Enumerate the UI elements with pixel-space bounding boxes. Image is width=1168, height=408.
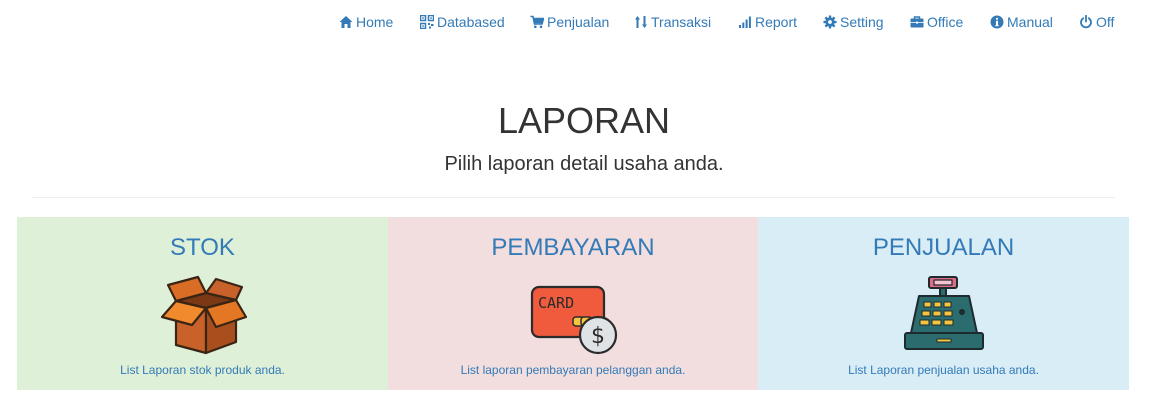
- penjualan-panel-title: PENJUALAN: [872, 234, 1015, 261]
- nav-office-label: Office: [927, 14, 964, 30]
- stok-panel-title: STOK: [170, 234, 235, 261]
- nav-penjualan-label: Penjualan: [547, 14, 610, 30]
- page-header: LAPORAN Pilih laporan detail usaha anda.: [0, 100, 1168, 178]
- nav-setting-label: Setting: [840, 14, 884, 30]
- pembayaran-report-panel[interactable]: PEMBAYARAN CARD $ List laporan pembayara…: [388, 217, 758, 390]
- card-payment-icon: CARD $: [528, 275, 618, 362]
- cash-register-icon: [899, 275, 989, 362]
- nav-transaksi-link[interactable]: Transaksi: [634, 12, 711, 32]
- qrcode-icon: [420, 15, 434, 29]
- sort-arrows-icon: [634, 15, 648, 29]
- nav-databased-label: Databased: [437, 14, 505, 30]
- nav-office-link[interactable]: Office: [910, 12, 963, 32]
- nav-home-label: Home: [356, 14, 394, 30]
- nav-manual-label: Manual: [1007, 14, 1053, 30]
- coin-dollar-text: $: [591, 324, 605, 349]
- nav-penjualan-link[interactable]: Penjualan: [530, 12, 609, 32]
- penjualan-report-panel[interactable]: PENJUALAN List Laporan penjualan usaha a…: [758, 217, 1129, 390]
- info-icon: [990, 15, 1004, 29]
- page-subtitle: Pilih laporan detail usaha anda.: [444, 153, 724, 175]
- penjualan-panel-caption: List Laporan penjualan usaha anda.: [848, 363, 1039, 377]
- header-divider: [32, 197, 1115, 198]
- page-title: LAPORAN: [497, 100, 671, 141]
- pembayaran-panel-caption: List laporan pembayaran pelanggan anda.: [460, 363, 686, 377]
- nav-off-link[interactable]: Off: [1079, 12, 1114, 32]
- card-text: CARD: [538, 294, 574, 312]
- top-navigation: Home Databased Penjualan Transaksi Repor…: [0, 0, 1168, 42]
- box-icon: [158, 275, 248, 362]
- briefcase-icon: [910, 15, 924, 29]
- nav-home-link[interactable]: Home: [339, 12, 393, 32]
- nav-setting-link[interactable]: Setting: [823, 12, 884, 32]
- shopping-cart-icon: [530, 15, 544, 29]
- gear-icon: [823, 15, 837, 29]
- nav-report-label: Report: [755, 14, 798, 30]
- nav-databased-link[interactable]: Databased: [420, 12, 505, 32]
- stok-report-panel[interactable]: STOK List Laporan stok produk anda.: [17, 217, 388, 390]
- signal-bars-icon: [738, 15, 752, 29]
- power-icon: [1079, 15, 1093, 29]
- nav-off-label: Off: [1096, 14, 1115, 30]
- pembayaran-panel-title: PEMBAYARAN: [491, 234, 655, 261]
- home-icon: [339, 15, 353, 29]
- nav-manual-link[interactable]: Manual: [990, 12, 1053, 32]
- stok-panel-caption: List Laporan stok produk anda.: [120, 363, 285, 377]
- nav-transaksi-label: Transaksi: [651, 14, 712, 30]
- nav-report-link[interactable]: Report: [738, 12, 797, 32]
